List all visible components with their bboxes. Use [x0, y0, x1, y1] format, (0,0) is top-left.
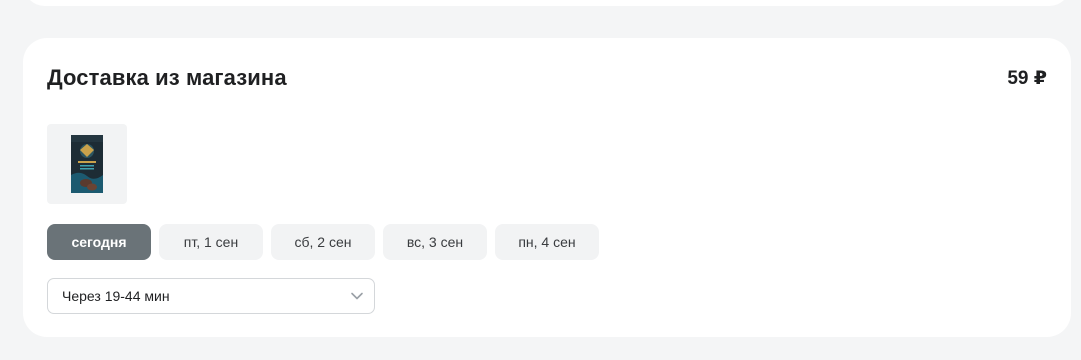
product-thumbnail[interactable] [47, 124, 127, 204]
delivery-header: Доставка из магазина 59 ₽ [47, 64, 1047, 92]
page: Доставка из магазина 59 ₽ сегодня пт, 1 … [0, 0, 1081, 360]
date-tab-fri-1-sep[interactable]: пт, 1 сен [159, 224, 263, 260]
date-tab-mon-4-sep[interactable]: пн, 4 сен [495, 224, 599, 260]
coffee-package-image [71, 135, 103, 193]
date-tab-sun-3-sep[interactable]: вс, 3 сен [383, 224, 487, 260]
previous-card [23, 0, 1071, 6]
date-tab-sat-2-sep[interactable]: сб, 2 сен [271, 224, 375, 260]
delivery-title: Доставка из магазина [47, 65, 287, 90]
delivery-time-value: Через 19-44 мин [62, 288, 170, 304]
delivery-time-select[interactable]: Через 19-44 мин [47, 278, 375, 314]
delivery-card: Доставка из магазина 59 ₽ сегодня пт, 1 … [23, 38, 1071, 337]
chevron-down-icon [349, 288, 365, 304]
date-tab-today[interactable]: сегодня [47, 224, 151, 260]
delivery-date-tabs: сегодня пт, 1 сен сб, 2 сен вс, 3 сен пн… [47, 224, 599, 260]
delivery-price: 59 ₽ [1007, 67, 1047, 89]
